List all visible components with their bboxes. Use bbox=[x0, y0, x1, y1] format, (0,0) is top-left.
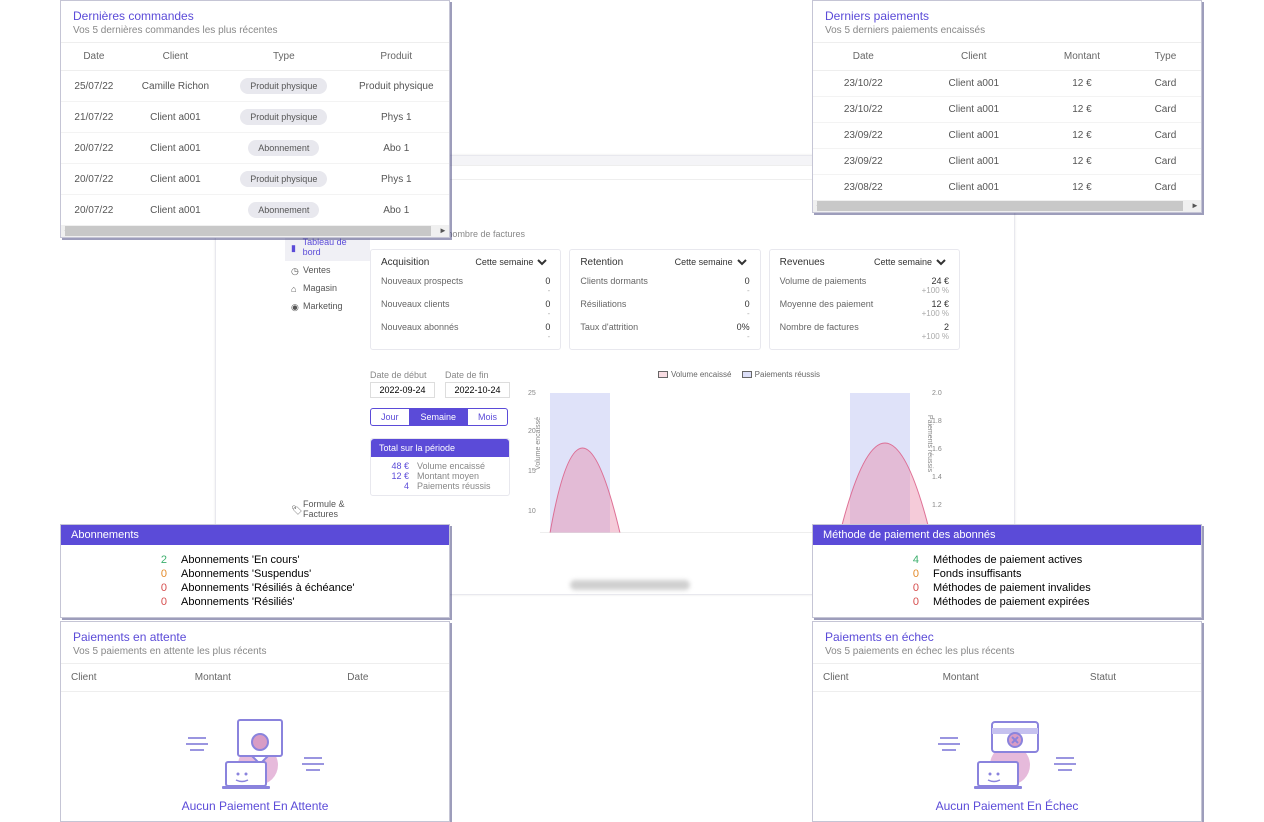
stat-row: 0 Méthodes de paiement invalides bbox=[909, 581, 1191, 595]
column-header: Montant bbox=[185, 664, 337, 692]
toggle-semaine[interactable]: Semaine bbox=[410, 408, 468, 426]
nav-ventes[interactable]: ◷Ventes bbox=[285, 261, 370, 279]
panel-subtitle: Vos 5 derniers paiements encaissés bbox=[825, 25, 1189, 36]
empty-state-illustration bbox=[61, 692, 449, 799]
panel-title: Dernières commandes bbox=[73, 9, 437, 23]
card-title: Retention bbox=[580, 257, 623, 268]
date-end-input[interactable] bbox=[445, 382, 510, 398]
panel-payment-methods: Méthode de paiement des abonnés 4 Méthod… bbox=[812, 524, 1202, 618]
pending-table: ClientMontantDate bbox=[61, 663, 449, 692]
column-header: Client bbox=[61, 664, 185, 692]
nav-marketing[interactable]: ◉Marketing bbox=[285, 297, 370, 315]
granularity-toggle: Jour Semaine Mois bbox=[370, 408, 510, 426]
dashboard-sidebar: ✔Bien démarrer ▮Tableau de bord ◷Ventes … bbox=[285, 215, 370, 569]
date-end: Date de fin bbox=[445, 370, 510, 398]
svg-text:1.4: 1.4 bbox=[932, 474, 942, 481]
panel-failed-payments: Paiements en échec Vos 5 paiements en éc… bbox=[812, 621, 1202, 822]
table-row[interactable]: 20/07/22 Client a001 Abonnement Abo 1 bbox=[61, 133, 449, 164]
table-row[interactable]: 23/09/22 Client a001 12 € Card bbox=[813, 149, 1201, 175]
stat-row: 0 Fonds insuffisants bbox=[909, 567, 1191, 581]
svg-text:2.0: 2.0 bbox=[932, 390, 942, 397]
stat-row: 2 Abonnements 'En cours' bbox=[157, 553, 439, 567]
table-row[interactable]: 21/07/22 Client a001 Produit physique Ph… bbox=[61, 102, 449, 133]
period-select-retention[interactable]: Cette semaine bbox=[671, 256, 750, 268]
table-row[interactable]: 25/07/22 Camille Richon Produit physique… bbox=[61, 71, 449, 102]
panel-latest-orders: Dernières commandes Vos 5 dernières comm… bbox=[60, 0, 450, 238]
panel-pending-payments: Paiements en attente Vos 5 paiements en … bbox=[60, 621, 450, 822]
column-header: Client bbox=[813, 664, 933, 692]
chart-svg: 25 20 15 10 2.0 1.8 1.6 1.4 1.2 bbox=[520, 383, 950, 533]
panel-subtitle: Vos 5 dernières commandes les plus récen… bbox=[73, 25, 437, 36]
nav-magasin[interactable]: ⌂Magasin bbox=[285, 279, 370, 297]
panel-title: Derniers paiements bbox=[825, 9, 1189, 23]
column-header: Montant bbox=[933, 664, 1080, 692]
table-row[interactable]: 23/10/22 Client a001 12 € Card bbox=[813, 71, 1201, 97]
section-subtitle: Chiffre d'affaires et nombre de factures bbox=[370, 229, 960, 239]
date-start-input[interactable] bbox=[370, 382, 435, 398]
card-acquisition: Acquisition Cette semaine Nouveaux prosp… bbox=[370, 249, 561, 350]
card-title: Acquisition bbox=[381, 257, 429, 268]
column-header: Produit bbox=[344, 43, 449, 71]
svg-text:1.8: 1.8 bbox=[932, 418, 942, 425]
orders-table: DateClientTypeProduit 25/07/22 Camille R… bbox=[61, 42, 449, 225]
column-header: Type bbox=[1130, 43, 1201, 71]
blurred-bar bbox=[570, 580, 690, 590]
panel-title: Méthode de paiement des abonnés bbox=[813, 525, 1201, 545]
horizontal-scrollbar[interactable]: ◄ ► bbox=[61, 225, 449, 237]
activity-chart: Volume encaissé Paiements réussis Volume… bbox=[520, 370, 950, 540]
svg-text:1.6: 1.6 bbox=[932, 446, 942, 453]
date-start: Date de début bbox=[370, 370, 435, 398]
table-row[interactable]: 20/07/22 Client a001 Abonnement Abo 1 bbox=[61, 195, 449, 226]
column-header: Statut bbox=[1080, 664, 1201, 692]
column-header: Montant bbox=[1034, 43, 1130, 71]
card-revenues: Revenues Cette semaine Volume de paiemen… bbox=[769, 249, 960, 350]
stat-row: 0 Abonnements 'Suspendus' bbox=[157, 567, 439, 581]
legend-swatch-paiements bbox=[742, 371, 752, 378]
stat-row: 0 Abonnements 'Résiliés' bbox=[157, 595, 439, 609]
section-title: Activité bbox=[370, 215, 960, 227]
column-header: Client bbox=[914, 43, 1034, 71]
table-row[interactable]: 20/07/22 Client a001 Produit physique Ph… bbox=[61, 164, 449, 195]
panel-latest-payments: Derniers paiements Vos 5 derniers paieme… bbox=[812, 0, 1202, 213]
svg-text:10: 10 bbox=[528, 508, 536, 515]
table-row[interactable]: 23/10/22 Client a001 12 € Card bbox=[813, 97, 1201, 123]
column-header: Type bbox=[224, 43, 343, 71]
card-retention: Retention Cette semaine Clients dormants… bbox=[569, 249, 760, 350]
period-select-acquisition[interactable]: Cette semaine bbox=[471, 256, 550, 268]
toggle-mois[interactable]: Mois bbox=[467, 408, 508, 426]
panel-subtitle: Vos 5 paiements en échec les plus récent… bbox=[825, 646, 1189, 657]
panel-title: Paiements en attente bbox=[73, 630, 437, 644]
card-title: Revenues bbox=[780, 257, 825, 268]
svg-text:1.2: 1.2 bbox=[932, 502, 942, 509]
panel-title: Abonnements bbox=[61, 525, 449, 545]
stat-row: 0 Abonnements 'Résiliés à échéance' bbox=[157, 581, 439, 595]
stat-row: 0 Méthodes de paiement expirées bbox=[909, 595, 1191, 609]
panel-title: Paiements en échec bbox=[825, 630, 1189, 644]
total-period: Total sur la période 48 €Volume encaissé… bbox=[370, 438, 510, 496]
nav-formule[interactable]: 🏷Formule & Factures bbox=[285, 495, 370, 523]
column-header: Date bbox=[813, 43, 914, 71]
toggle-jour[interactable]: Jour bbox=[370, 408, 410, 426]
svg-text:25: 25 bbox=[528, 390, 536, 397]
horizontal-scrollbar[interactable]: ◄ ► bbox=[813, 200, 1201, 212]
table-row[interactable]: 23/08/22 Client a001 12 € Card bbox=[813, 175, 1201, 201]
legend-swatch-volume bbox=[658, 371, 668, 378]
panel-subscriptions: Abonnements 2 Abonnements 'En cours' 0 A… bbox=[60, 524, 450, 618]
empty-state-illustration bbox=[813, 692, 1201, 799]
payments-table: DateClientMontantType 23/10/22 Client a0… bbox=[813, 42, 1201, 200]
table-row[interactable]: 23/09/22 Client a001 12 € Card bbox=[813, 123, 1201, 149]
column-header: Date bbox=[61, 43, 127, 71]
period-select-revenues[interactable]: Cette semaine bbox=[870, 256, 949, 268]
failed-table: ClientMontantStatut bbox=[813, 663, 1201, 692]
stat-row: 4 Méthodes de paiement actives bbox=[909, 553, 1191, 567]
panel-subtitle: Vos 5 paiements en attente les plus réce… bbox=[73, 646, 437, 657]
column-header: Date bbox=[337, 664, 449, 692]
column-header: Client bbox=[127, 43, 224, 71]
